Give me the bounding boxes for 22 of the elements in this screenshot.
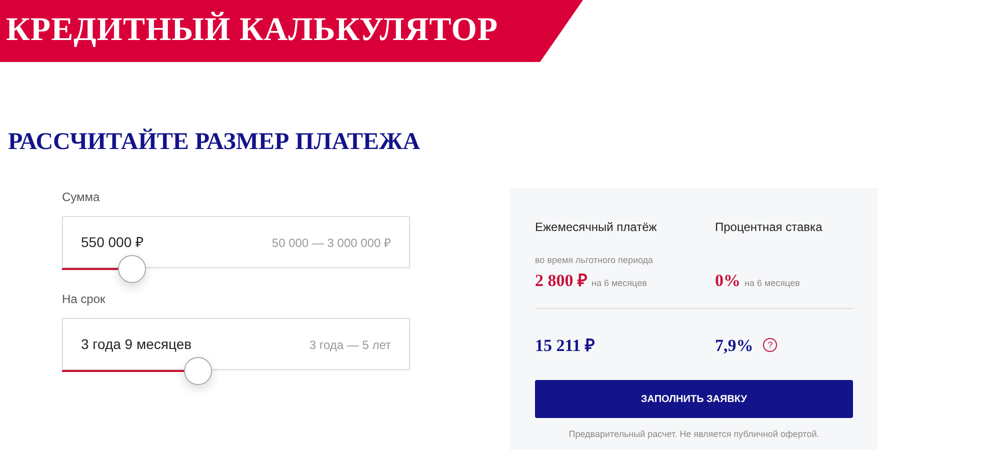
page-heading: РАССЧИТАЙТЕ РАЗМЕР ПЛАТЕЖА — [8, 128, 422, 157]
slider-field[interactable]: 550 000 ₽ 50 000 — 3 000 000 ₽ — [62, 216, 410, 268]
monthly-payment: 15 211 ₽ — [535, 334, 596, 356]
grace-note: во время льготного периода — [535, 254, 654, 267]
grace-payment: 2 800 ₽ — [535, 270, 588, 292]
disclaimer: Предварительный расчет. Не является публичной офертой. — [568, 428, 820, 441]
help-icon[interactable]: ? — [763, 338, 778, 352]
field-label: Сумма — [62, 189, 101, 206]
grace-rate: 0% — [715, 270, 740, 292]
banner-title: КРЕДИТНЫЙ КАЛЬКУЛЯТОР — [0, 0, 583, 62]
field-value: 3 года 9 месяцев — [81, 335, 192, 354]
term-note: на 6 месяцев — [744, 277, 800, 290]
range-hint: 50 000 — 3 000 000 ₽ — [272, 235, 391, 252]
term-note: на 6 месяцев — [592, 277, 647, 290]
range-hint: 3 года — 5 лет — [309, 337, 391, 354]
field-value: 550 000 ₽ — [81, 233, 144, 252]
interest-rate: 7,9% — [715, 334, 754, 356]
field-label: На срок — [62, 291, 106, 308]
column-label: Процентная ставка — [715, 219, 822, 236]
slider-field[interactable]: 3 года 9 месяцев 3 года — 5 лет — [62, 318, 410, 370]
apply-button[interactable]: ЗАПОЛНИТЬ ЗАЯВКУ — [535, 380, 853, 418]
column-label: Ежемесячный платёж — [535, 219, 658, 236]
